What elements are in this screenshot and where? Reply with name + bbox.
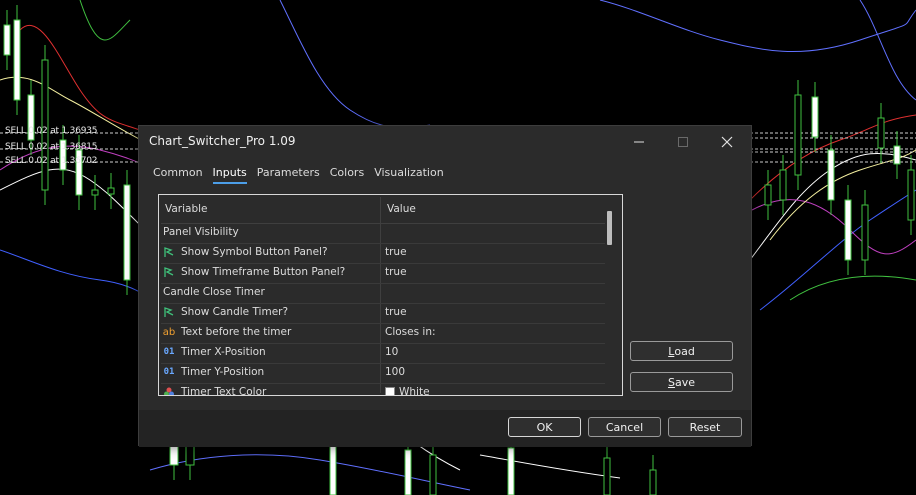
maximize-icon <box>678 137 688 147</box>
inputs-grid: Variable Value Panel Visibility Show Sym… <box>158 194 623 396</box>
candle <box>893 145 901 165</box>
candle <box>649 469 657 495</box>
row-name: Text before the timer <box>181 326 292 338</box>
candle <box>603 457 611 495</box>
ma-line-red <box>19 24 141 131</box>
row-name: Candle Close Timer <box>163 286 265 298</box>
minimize-button[interactable] <box>619 130 659 154</box>
ma-line-green <box>79 0 131 41</box>
candle <box>794 94 802 176</box>
bool-arrow-icon <box>163 246 175 258</box>
row-value[interactable]: true <box>385 306 407 318</box>
grid-header: Variable Value <box>161 197 605 224</box>
header-value[interactable]: Value <box>387 203 416 215</box>
candle <box>811 96 819 138</box>
candle <box>877 117 885 149</box>
candle <box>907 169 915 221</box>
band-line-blue <box>599 0 916 52</box>
dialog-footer: OK Cancel Reset <box>139 410 751 447</box>
tab-inputs[interactable]: Inputs <box>212 166 247 186</box>
candle <box>779 169 787 201</box>
candle <box>429 454 437 495</box>
input-row-timer-text-color[interactable]: Timer Text Color White <box>161 383 605 396</box>
candle <box>844 199 852 261</box>
trade-label: SELL 0.02 at 1.36815 <box>5 142 98 152</box>
save-button[interactable]: Save <box>630 372 733 392</box>
dialog-titlebar[interactable]: Chart_Switcher_Pro 1.09 <box>139 126 751 158</box>
tab-visualization[interactable]: Visualization <box>374 166 443 186</box>
candle <box>861 204 869 261</box>
row-name: Show Candle Timer? <box>181 306 289 318</box>
ma-line-white <box>479 454 621 479</box>
trade-label: SELL 0.02 at 1.36935 <box>5 126 98 136</box>
tab-parameters[interactable]: Parameters <box>257 166 320 186</box>
row-value[interactable]: White <box>385 386 430 396</box>
group-row-candle-close-timer[interactable]: Candle Close Timer <box>161 283 605 304</box>
row-name: Show Timeframe Button Panel? <box>181 266 346 278</box>
candle <box>13 19 21 101</box>
candle <box>404 449 412 495</box>
minimize-icon <box>634 141 644 143</box>
band-line-blue <box>149 454 471 491</box>
row-value[interactable]: 10 <box>385 346 398 358</box>
ma-line-green <box>789 275 916 301</box>
input-row-show-candle-timer[interactable]: Show Candle Timer? true <box>161 303 605 324</box>
string-ab-icon: ab <box>162 326 176 338</box>
load-button[interactable]: Load <box>630 341 733 361</box>
bool-arrow-icon <box>163 306 175 318</box>
tab-colors[interactable]: Colors <box>330 166 364 186</box>
candle <box>764 184 772 206</box>
row-name: Show Symbol Button Panel? <box>181 246 328 258</box>
row-name: Timer Y-Position <box>181 366 265 378</box>
input-row-show-timeframe-button-panel[interactable]: Show Timeframe Button Panel? true <box>161 263 605 284</box>
dialog-title: Chart_Switcher_Pro 1.09 <box>149 134 296 148</box>
candle <box>91 189 99 196</box>
cancel-button[interactable]: Cancel <box>588 417 661 437</box>
dialog-tabs: Common Inputs Parameters Colors Visualiz… <box>153 166 454 188</box>
close-icon <box>721 136 733 148</box>
candle <box>329 439 337 495</box>
row-name: Panel Visibility <box>163 226 239 238</box>
row-value[interactable]: true <box>385 266 407 278</box>
input-row-timer-y-position[interactable]: 01 Timer Y-Position 100 <box>161 363 605 384</box>
load-label: oad <box>674 344 695 358</box>
int-01-icon: 01 <box>163 367 175 377</box>
input-row-show-symbol-button-panel[interactable]: Show Symbol Button Panel? true <box>161 243 605 264</box>
reset-button[interactable]: Reset <box>668 417 742 437</box>
input-row-text-before-timer[interactable]: ab Text before the timer Closes in: <box>161 323 605 344</box>
maximize-button <box>663 130 703 154</box>
bool-arrow-icon <box>163 266 175 278</box>
int-01-icon: 01 <box>163 347 175 357</box>
candle <box>107 187 115 195</box>
color-value-text: White <box>399 386 430 396</box>
row-value[interactable]: 100 <box>385 366 405 378</box>
row-name: Timer X-Position <box>181 346 266 358</box>
row-name: Timer Text Color <box>181 386 267 396</box>
color-palette-icon <box>163 386 175 395</box>
candle <box>41 59 49 191</box>
indicator-properties-dialog: Chart_Switcher_Pro 1.09 Common Inputs Pa… <box>138 125 752 447</box>
save-mnemonic: S <box>667 375 675 389</box>
save-label: ave <box>674 375 695 389</box>
ma-line-purple <box>751 199 916 255</box>
candle <box>507 447 515 495</box>
trade-label: SELL 0.02 at 1.36702 <box>5 156 98 166</box>
candle <box>123 184 131 281</box>
grid-scrollbar[interactable] <box>607 211 612 245</box>
row-value[interactable]: true <box>385 246 407 258</box>
row-value[interactable]: Closes in: <box>385 326 436 338</box>
group-row-panel-visibility[interactable]: Panel Visibility <box>161 223 605 244</box>
input-row-timer-x-position[interactable]: 01 Timer X-Position 10 <box>161 343 605 364</box>
candle <box>3 24 11 56</box>
ok-button[interactable]: OK <box>508 417 581 437</box>
header-variable[interactable]: Variable <box>165 203 208 215</box>
tab-common[interactable]: Common <box>153 166 203 186</box>
close-button[interactable] <box>707 130 747 154</box>
color-swatch <box>385 387 395 395</box>
band-line-blue <box>859 0 916 101</box>
candle <box>827 149 835 201</box>
band-line-blue <box>279 0 431 129</box>
